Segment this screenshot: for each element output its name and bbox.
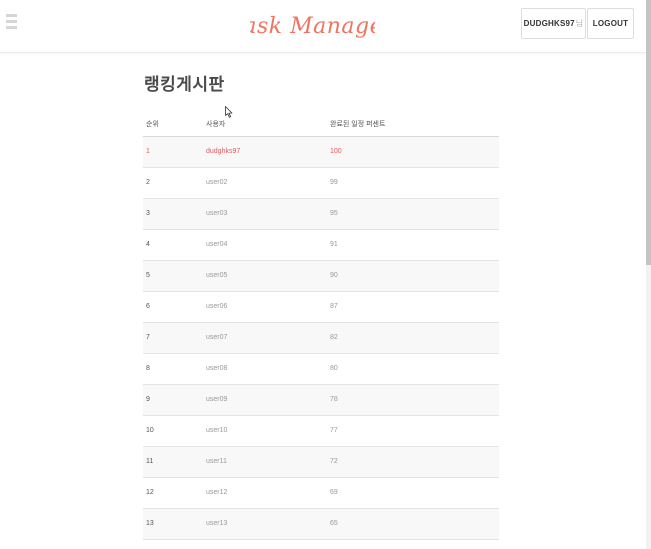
rank-cell: 10 xyxy=(146,427,154,434)
table-body: 1 dudghks97 100 2 user02 99 3 user03 95 4 user04 91… xyxy=(143,137,499,549)
percent-cell: 77 xyxy=(330,427,338,434)
rank-cell: 9 xyxy=(146,396,150,403)
page: Task Manager DUDGHKS97님 LOGOUT 랭킹게시판 순위 … xyxy=(0,0,651,549)
table-row: 1 dudghks97 100 xyxy=(143,137,499,168)
table-row: 13 user13 65 xyxy=(143,509,499,540)
rank-cell: 4 xyxy=(146,241,150,248)
username-cell: user06 xyxy=(206,303,228,310)
percent-cell: 91 xyxy=(330,241,338,248)
percent-cell: 95 xyxy=(330,210,338,217)
percent-cell: 69 xyxy=(330,489,338,496)
scrollbar-thumb[interactable] xyxy=(646,0,651,265)
rank-cell: 13 xyxy=(146,520,154,527)
username-cell: dudghks97 xyxy=(206,148,241,155)
username-cell: user02 xyxy=(206,179,228,186)
percent-cell: 99 xyxy=(330,179,338,186)
top-navbar: Task Manager DUDGHKS97님 LOGOUT xyxy=(0,0,646,53)
hamburger-menu-icon[interactable] xyxy=(6,14,17,30)
table-row: 14user1460 xyxy=(143,540,499,549)
table-row: 11 user11 72 xyxy=(143,447,499,478)
user-account-button[interactable]: DUDGHKS97 님 xyxy=(521,8,586,39)
rank-cell: 12 xyxy=(146,489,154,496)
ranking-table: 순위 사용자 완료된 일정 퍼센트 1 dudghks97 100 2 user02 99… xyxy=(143,107,499,549)
rank-cell: 5 xyxy=(146,272,150,279)
username-cell: user07 xyxy=(206,334,228,341)
percent-cell: 90 xyxy=(330,272,338,279)
username-cell: user05 xyxy=(206,272,228,279)
username-cell: user08 xyxy=(206,365,228,372)
table-row: 9 user09 78 xyxy=(143,385,499,416)
column-header-percent: 완료된 일정 퍼센트 xyxy=(330,121,386,128)
rank-cell: 7 xyxy=(146,334,150,341)
username-cell: user03 xyxy=(206,210,228,217)
table-row: 12 user12 69 xyxy=(143,478,499,509)
column-header-rank: 순위 xyxy=(146,121,159,128)
rank-cell: 6 xyxy=(146,303,150,310)
username-cell: user12 xyxy=(206,489,228,496)
percent-cell: 82 xyxy=(330,334,338,341)
percent-cell: 72 xyxy=(330,458,338,465)
column-header-user: 사용자 xyxy=(206,121,226,128)
username-cell: user11 xyxy=(206,458,227,465)
table-row: 5 user05 90 xyxy=(143,261,499,292)
table-row: 7 user07 82 xyxy=(143,323,499,354)
app-logo[interactable]: Task Manager xyxy=(250,6,375,46)
mouse-cursor-icon xyxy=(225,106,233,118)
percent-cell: 100 xyxy=(330,148,342,155)
username-cell: user09 xyxy=(206,396,228,403)
table-row: 6 user06 87 xyxy=(143,292,499,323)
page-title: 랭킹게시판 xyxy=(144,75,225,94)
rank-cell: 11 xyxy=(146,458,154,465)
username-cell: user13 xyxy=(206,520,228,527)
table-row: 8 user08 80 xyxy=(143,354,499,385)
percent-cell: 80 xyxy=(330,365,338,372)
user-account-label: DUDGHKS97 xyxy=(523,19,575,28)
table-row: 3 user03 95 xyxy=(143,199,499,230)
table-row: 2 user02 99 xyxy=(143,168,499,199)
logout-button[interactable]: LOGOUT xyxy=(587,8,634,39)
vertical-scrollbar[interactable] xyxy=(646,0,651,549)
username-cell: user04 xyxy=(206,241,228,248)
app-logo-text: Task Manager xyxy=(250,14,375,39)
rank-cell: 2 xyxy=(146,179,150,186)
user-honorific: 님 xyxy=(575,19,584,28)
table-row: 10 user10 77 xyxy=(143,416,499,447)
table-row: 4 user04 91 xyxy=(143,230,499,261)
percent-cell: 78 xyxy=(330,396,338,403)
percent-cell: 65 xyxy=(330,520,338,527)
username-cell: user10 xyxy=(206,427,228,434)
percent-cell: 87 xyxy=(330,303,338,310)
rank-cell: 8 xyxy=(146,365,150,372)
table-header: 순위 사용자 완료된 일정 퍼센트 xyxy=(143,107,499,137)
rank-cell: 3 xyxy=(146,210,150,217)
rank-cell: 1 xyxy=(146,148,150,155)
